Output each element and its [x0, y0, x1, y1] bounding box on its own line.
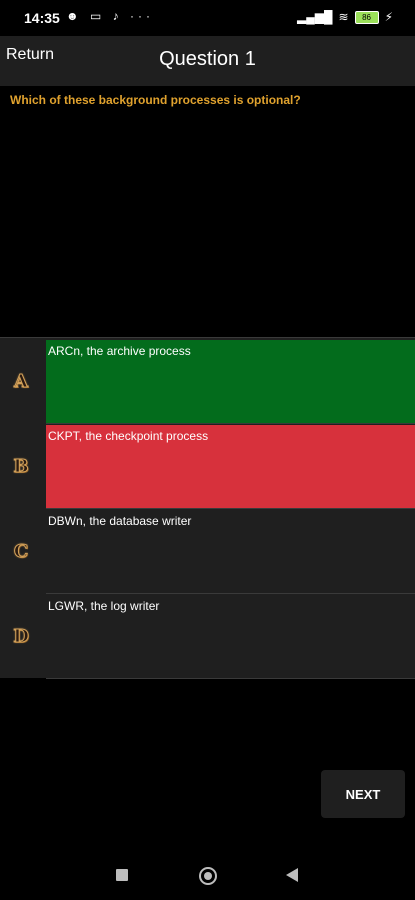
question-text: Which of these background processes is o…: [10, 93, 301, 107]
system-nav-bar: [0, 850, 415, 900]
back-icon[interactable]: [286, 868, 298, 882]
charging-icon: ⚡: [384, 10, 393, 24]
signal-icon: ▂▄▆█: [297, 10, 333, 24]
answer-d-button[interactable]: LGWR, the log writer: [46, 595, 415, 679]
answer-a-button[interactable]: ARCn, the archive process: [46, 340, 415, 424]
answer-c-text: DBWn, the database writer: [48, 514, 192, 528]
wifi-icon: ≋: [338, 10, 349, 24]
letter-b-icon: B: [13, 455, 29, 477]
status-bar: 14:35 ☻ ▭ ♪ ··· ▂▄▆█ ≋ 86 ⚡: [0, 0, 415, 36]
status-left-icons: ☻ ▭ ♪ ···: [66, 9, 154, 23]
battery-icon: 86: [354, 10, 379, 24]
answer-option-a: A ARCn, the archive process: [0, 338, 415, 424]
letter-d-icon: D: [13, 625, 30, 647]
status-time: 14:35: [24, 10, 60, 26]
answer-d-text: LGWR, the log writer: [48, 599, 160, 613]
answer-option-b: B CKPT, the checkpoint process: [0, 423, 415, 509]
status-right-icons: ▂▄▆█ ≋ 86 ⚡: [297, 10, 393, 24]
letter-a-icon: A: [14, 370, 29, 392]
recents-icon[interactable]: [116, 869, 128, 881]
app-bar: Return Question 1: [0, 36, 415, 86]
answer-b-button[interactable]: CKPT, the checkpoint process: [46, 425, 415, 509]
answer-option-d: D LGWR, the log writer: [0, 593, 415, 679]
answer-c-button[interactable]: DBWn, the database writer: [46, 510, 415, 594]
letter-c-icon: C: [13, 540, 29, 562]
next-button[interactable]: NEXT: [321, 770, 405, 818]
answer-a-text: ARCn, the archive process: [48, 344, 191, 358]
answer-b-text: CKPT, the checkpoint process: [48, 429, 209, 443]
home-icon[interactable]: [199, 867, 217, 885]
answer-list: A ARCn, the archive process B CKPT, the …: [0, 337, 415, 679]
page-title: Question 1: [159, 48, 256, 70]
answer-option-c: C DBWn, the database writer: [0, 508, 415, 594]
